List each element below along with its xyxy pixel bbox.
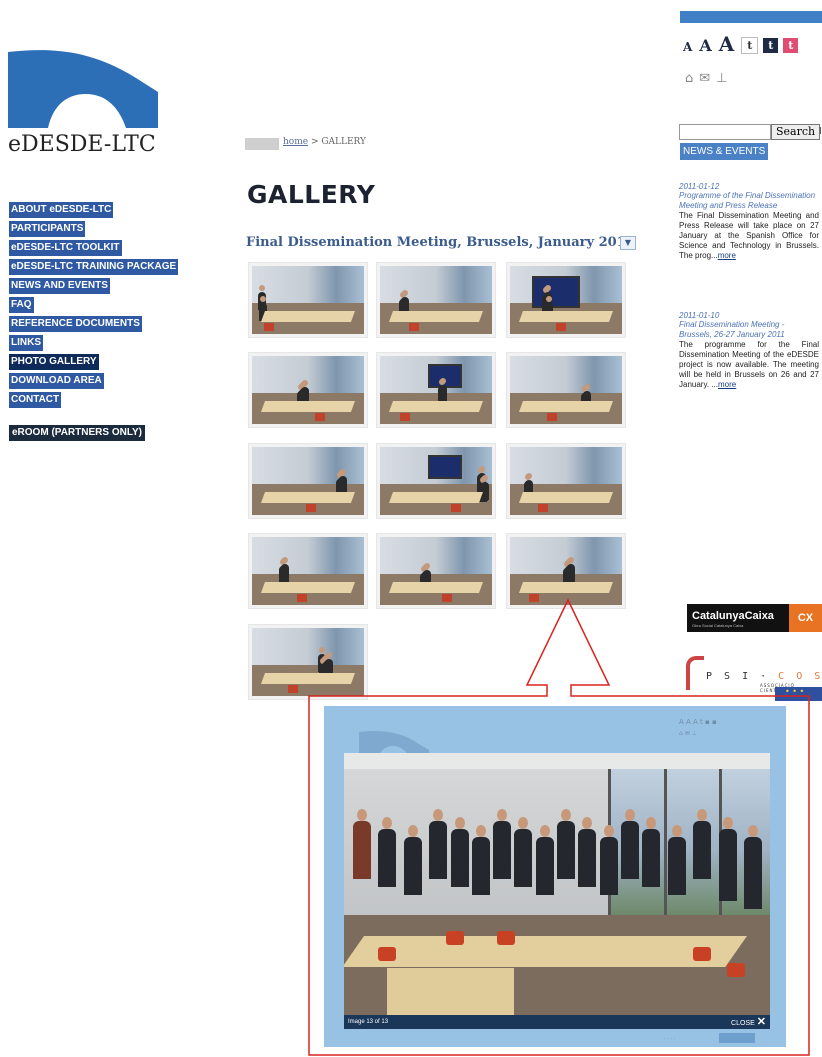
lightbox-close-button[interactable]: CLOSE ✕: [731, 1015, 766, 1031]
lightbox-caption-bar: Image 13 of 13 CLOSE ✕: [344, 1015, 770, 1029]
lightbox-ghost-icons: ⌂ ✉ ⊥: [679, 730, 697, 737]
lightbox-ghost-footer: · · · ·: [664, 1036, 676, 1042]
close-icon: ✕: [756, 1016, 766, 1028]
image-counter: Image 13 of 13: [348, 1019, 389, 1025]
lightbox-photo[interactable]: [344, 753, 770, 1015]
lightbox-ghost-flag: [719, 1033, 755, 1043]
lightbox-preview: A A A t ▪ ▪ ⌂ ✉ ⊥ Image 13 of 13 CLOSE ✕ …: [324, 706, 786, 1047]
lightbox-ghost-toolbar: A A A t ▪ ▪: [679, 718, 717, 726]
